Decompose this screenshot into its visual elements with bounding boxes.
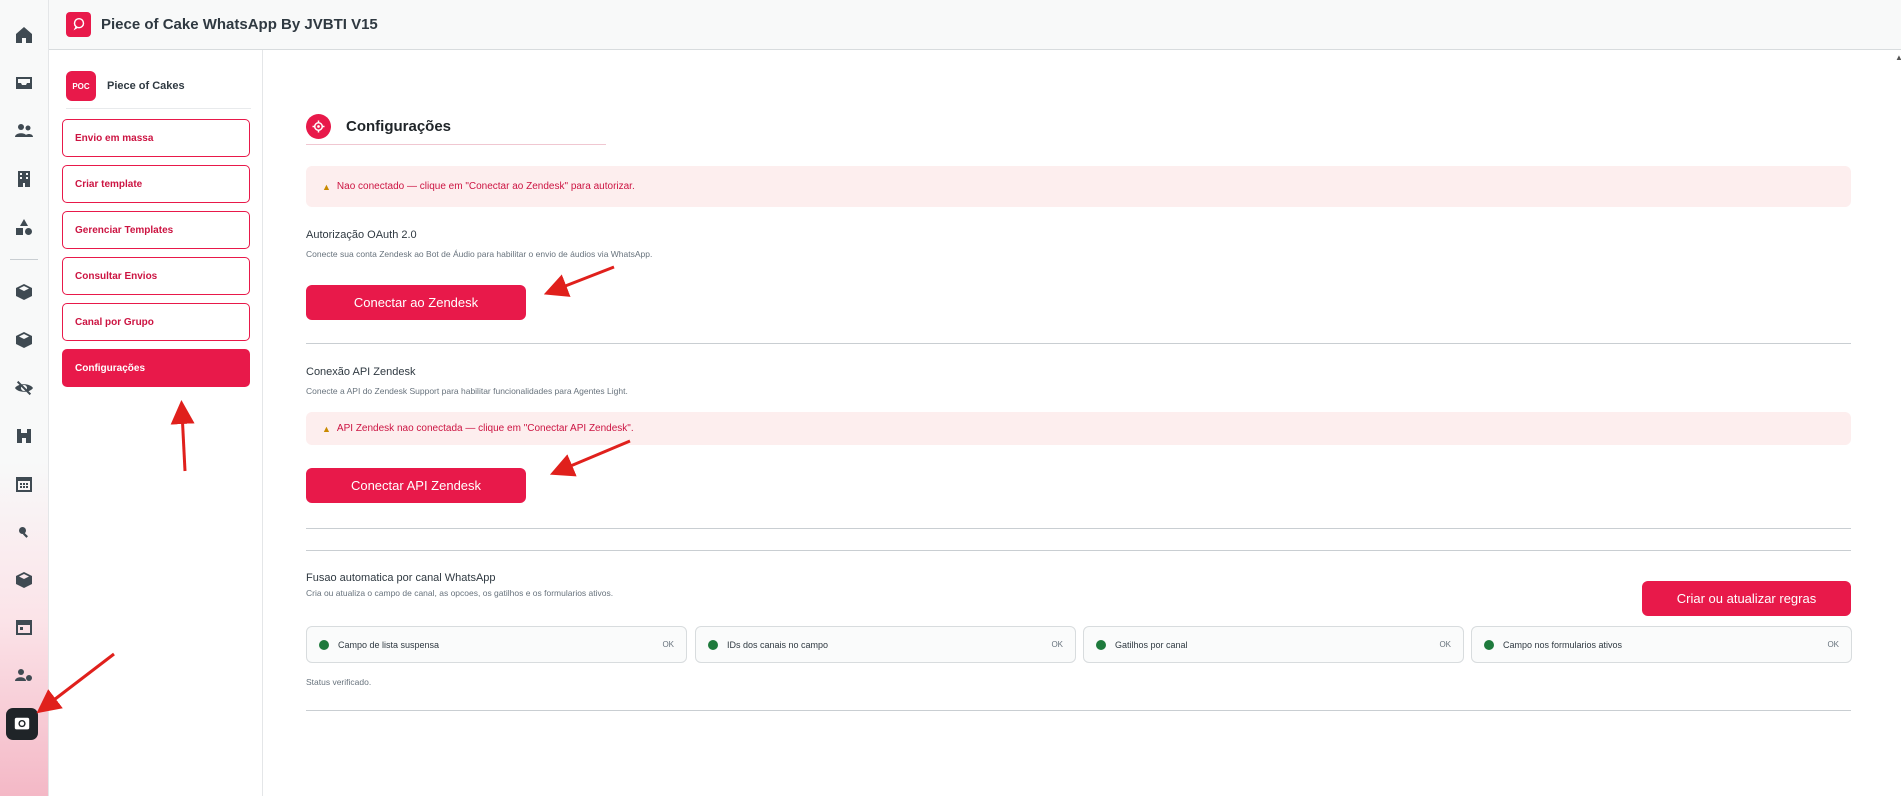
- oauth-section-title: Autorização OAuth 2.0: [306, 229, 417, 241]
- sidebar-item-canal-por-grupo[interactable]: Canal por Grupo: [62, 303, 250, 341]
- section-divider: [306, 343, 1851, 344]
- title-underline: [306, 144, 606, 145]
- status-card: IDs dos canais no campo OK: [695, 626, 1076, 663]
- status-ok-dot: [708, 639, 718, 650]
- rail-divider: [10, 259, 38, 260]
- users-icon[interactable]: [12, 119, 36, 143]
- gear-icon: [306, 113, 331, 139]
- api-alert-text: API Zendesk nao conectada — clique em "C…: [336, 423, 634, 434]
- brand-name: Piece of Cakes: [107, 80, 185, 92]
- section-divider: [306, 528, 1851, 529]
- status-value: OK: [662, 640, 674, 649]
- status-value: OK: [1051, 640, 1063, 649]
- section-divider: [306, 710, 1851, 711]
- app-title: Piece of Cake WhatsApp By JVBTI V15: [101, 16, 378, 33]
- status-ok-dot: [1484, 639, 1494, 650]
- fusao-section-desc: Cria ou atualiza o campo de canal, as op…: [306, 588, 614, 598]
- sidebar-item-configuracoes[interactable]: Configurações: [62, 349, 250, 387]
- page-title: Configurações: [346, 117, 452, 135]
- brand-badge: POC: [66, 71, 96, 101]
- sidebar-item-consultar-envios[interactable]: Consultar Envios: [62, 257, 250, 295]
- box-icon[interactable]: [12, 280, 36, 304]
- app-sidebar: POC Piece of Cakes Envio em massa Criar …: [49, 50, 263, 796]
- api-section-desc: Conecte a API do Zendesk Support para ha…: [306, 386, 628, 396]
- status-card: Gatilhos por canal OK: [1083, 626, 1464, 663]
- box-icon[interactable]: [12, 568, 36, 592]
- api-alert: ▲ API Zendesk nao conectada — clique em …: [306, 412, 1851, 445]
- section-divider: [306, 550, 1851, 551]
- status-ok-dot: [1096, 639, 1106, 650]
- binoculars-icon[interactable]: [12, 424, 36, 448]
- shapes-icon[interactable]: [12, 215, 36, 239]
- page-header: Configurações: [306, 106, 606, 146]
- calendar-icon[interactable]: [12, 615, 36, 639]
- main-content: Configurações ▲ Nao conectado — clique e…: [263, 50, 1901, 796]
- home-icon[interactable]: [12, 23, 36, 47]
- scroll-up-icon[interactable]: ▲: [1895, 53, 1901, 62]
- app-logo-icon: [66, 12, 91, 37]
- status-card: Campo nos formularios ativos OK: [1471, 626, 1852, 663]
- icon-rail: [0, 0, 49, 796]
- box-icon[interactable]: [12, 328, 36, 352]
- fusao-section-title: Fusao automatica por canal WhatsApp: [306, 572, 496, 584]
- status-value: OK: [1439, 640, 1451, 649]
- user-gear-icon[interactable]: [12, 663, 36, 687]
- building-icon[interactable]: [12, 167, 36, 191]
- create-update-rules-button[interactable]: Criar ou atualizar regras: [1642, 581, 1851, 616]
- app-root: Piece of Cake WhatsApp By JVBTI V15 POC …: [0, 0, 1901, 796]
- whatsapp-app-icon[interactable]: [6, 708, 38, 740]
- eye-off-icon[interactable]: [12, 376, 36, 400]
- calendar-grid-icon[interactable]: [12, 472, 36, 496]
- status-verified-text: Status verificado.: [306, 677, 372, 687]
- warning-icon: ▲: [322, 181, 331, 192]
- brand-block: POC Piece of Cakes: [66, 64, 251, 109]
- top-header: Piece of Cake WhatsApp By JVBTI V15: [49, 0, 1901, 50]
- status-label: Campo nos formularios ativos: [1503, 639, 1623, 650]
- warning-icon: ▲: [322, 423, 331, 434]
- status-label: Gatilhos por canal: [1115, 639, 1188, 650]
- status-label: Campo de lista suspensa: [338, 639, 440, 650]
- sidebar-item-gerenciar-templates[interactable]: Gerenciar Templates: [62, 211, 250, 249]
- oauth-alert: ▲ Nao conectado — clique em "Conectar ao…: [306, 166, 1851, 207]
- status-value: OK: [1827, 640, 1839, 649]
- oauth-section-desc: Conecte sua conta Zendesk ao Bot de Áudi…: [306, 249, 653, 259]
- sidebar-item-envio-em-massa[interactable]: Envio em massa: [62, 119, 250, 157]
- status-label: IDs dos canais no campo: [727, 639, 829, 650]
- status-ok-dot: [319, 639, 329, 650]
- search-icon[interactable]: [12, 520, 36, 544]
- sidebar-item-criar-template[interactable]: Criar template: [62, 165, 250, 203]
- oauth-alert-text: Nao conectado — clique em "Conectar ao Z…: [336, 181, 635, 192]
- status-card: Campo de lista suspensa OK: [306, 626, 687, 663]
- connect-zendesk-button[interactable]: Conectar ao Zendesk: [306, 285, 526, 320]
- inbox-icon[interactable]: [12, 71, 36, 95]
- connect-api-zendesk-button[interactable]: Conectar API Zendesk: [306, 468, 526, 503]
- api-section-title: Conexão API Zendesk: [306, 366, 416, 378]
